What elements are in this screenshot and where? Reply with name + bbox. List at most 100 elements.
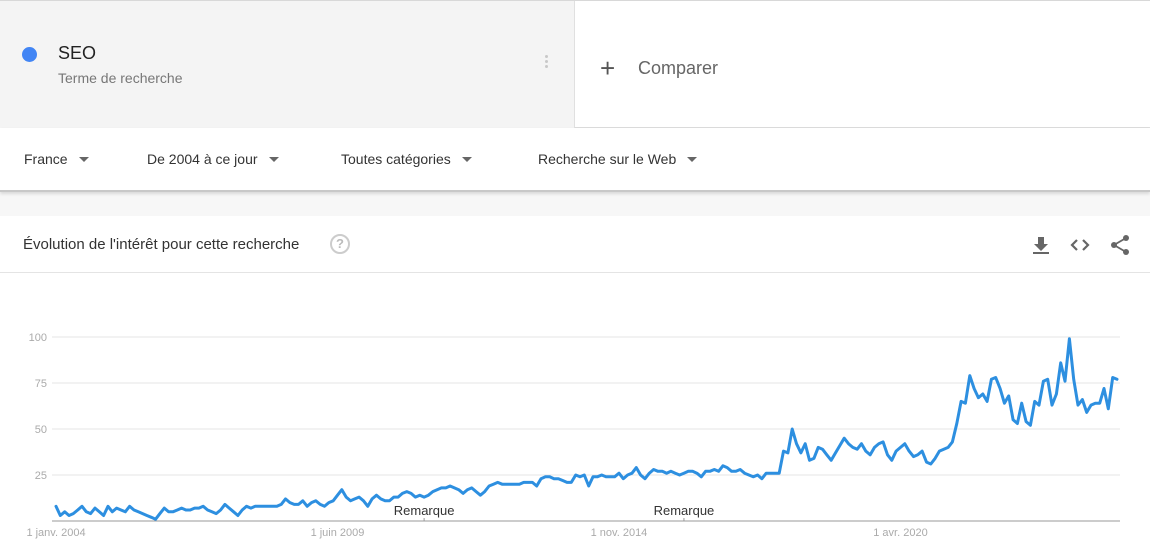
- data-point[interactable]: [431, 489, 435, 493]
- data-point[interactable]: [868, 453, 872, 457]
- data-point[interactable]: [344, 495, 348, 499]
- data-point[interactable]: [725, 465, 729, 469]
- data-point[interactable]: [266, 504, 270, 508]
- data-point[interactable]: [240, 508, 244, 512]
- more-vert-icon[interactable]: [543, 55, 549, 73]
- data-point[interactable]: [366, 504, 370, 508]
- data-point[interactable]: [859, 442, 863, 446]
- data-point[interactable]: [929, 462, 933, 466]
- data-point[interactable]: [625, 473, 629, 477]
- data-point[interactable]: [890, 458, 894, 462]
- data-point[interactable]: [292, 502, 296, 506]
- data-point[interactable]: [630, 471, 634, 475]
- data-point[interactable]: [530, 480, 534, 484]
- data-point[interactable]: [989, 377, 993, 381]
- data-point[interactable]: [1089, 403, 1093, 407]
- data-point[interactable]: [535, 484, 539, 488]
- data-point[interactable]: [695, 471, 699, 475]
- data-point[interactable]: [946, 445, 950, 449]
- data-point[interactable]: [119, 508, 123, 512]
- data-point[interactable]: [166, 510, 170, 514]
- data-point[interactable]: [340, 488, 344, 492]
- data-point[interactable]: [71, 511, 75, 515]
- data-point[interactable]: [920, 449, 924, 453]
- data-point[interactable]: [734, 469, 738, 473]
- data-point[interactable]: [565, 480, 569, 484]
- filter-category[interactable]: Toutes catégories: [341, 151, 472, 167]
- data-point[interactable]: [62, 510, 66, 514]
- data-point[interactable]: [179, 506, 183, 510]
- data-point[interactable]: [877, 442, 881, 446]
- data-point[interactable]: [660, 469, 664, 473]
- data-point[interactable]: [370, 497, 374, 501]
- data-point[interactable]: [1028, 423, 1032, 427]
- data-point[interactable]: [262, 504, 266, 508]
- data-point[interactable]: [976, 396, 980, 400]
- data-point[interactable]: [231, 510, 235, 514]
- data-point[interactable]: [409, 491, 413, 495]
- data-point[interactable]: [539, 477, 543, 481]
- data-point[interactable]: [1024, 419, 1028, 423]
- data-point[interactable]: [491, 482, 495, 486]
- data-point[interactable]: [825, 453, 829, 457]
- data-point[interactable]: [595, 475, 599, 479]
- data-point[interactable]: [413, 495, 417, 499]
- data-point[interactable]: [171, 510, 175, 514]
- data-point[interactable]: [327, 500, 331, 504]
- data-point[interactable]: [387, 499, 391, 503]
- data-point[interactable]: [335, 493, 339, 497]
- data-point[interactable]: [158, 511, 162, 515]
- data-point[interactable]: [184, 508, 188, 512]
- data-point[interactable]: [244, 504, 248, 508]
- data-point[interactable]: [487, 484, 491, 488]
- data-point[interactable]: [833, 451, 837, 455]
- search-term-card[interactable]: SEO Terme de recherche: [0, 1, 575, 128]
- data-point[interactable]: [1050, 403, 1054, 407]
- data-point[interactable]: [846, 442, 850, 446]
- data-point[interactable]: [600, 473, 604, 477]
- data-point[interactable]: [483, 489, 487, 493]
- data-point[interactable]: [54, 504, 58, 508]
- data-point[interactable]: [773, 471, 777, 475]
- data-point[interactable]: [426, 493, 430, 497]
- data-point[interactable]: [712, 467, 716, 471]
- data-point[interactable]: [838, 443, 842, 447]
- data-point[interactable]: [270, 504, 274, 508]
- data-point[interactable]: [1015, 421, 1019, 425]
- data-point[interactable]: [374, 493, 378, 497]
- data-point[interactable]: [686, 469, 690, 473]
- data-point[interactable]: [656, 469, 660, 473]
- data-point[interactable]: [963, 401, 967, 405]
- data-point[interactable]: [140, 511, 144, 515]
- data-point[interactable]: [751, 475, 755, 479]
- data-point[interactable]: [634, 465, 638, 469]
- data-point[interactable]: [474, 489, 478, 493]
- data-point[interactable]: [587, 484, 591, 488]
- data-point[interactable]: [716, 469, 720, 473]
- data-point[interactable]: [690, 469, 694, 473]
- data-point[interactable]: [786, 451, 790, 455]
- data-point[interactable]: [699, 475, 703, 479]
- data-point[interactable]: [305, 504, 309, 508]
- data-point[interactable]: [396, 495, 400, 499]
- data-point[interactable]: [777, 471, 781, 475]
- data-point[interactable]: [924, 460, 928, 464]
- data-point[interactable]: [643, 477, 647, 481]
- data-point[interactable]: [526, 480, 530, 484]
- data-point[interactable]: [812, 456, 816, 460]
- data-point[interactable]: [435, 488, 439, 492]
- data-point[interactable]: [885, 453, 889, 457]
- data-point[interactable]: [1059, 361, 1063, 365]
- data-point[interactable]: [612, 475, 616, 479]
- data-point[interactable]: [418, 493, 422, 497]
- data-point[interactable]: [67, 513, 71, 517]
- data-point[interactable]: [322, 504, 326, 508]
- data-point[interactable]: [760, 477, 764, 481]
- data-point[interactable]: [379, 497, 383, 501]
- data-point[interactable]: [301, 499, 305, 503]
- data-point[interactable]: [517, 482, 521, 486]
- data-point[interactable]: [907, 449, 911, 453]
- data-point[interactable]: [405, 489, 409, 493]
- data-point[interactable]: [937, 449, 941, 453]
- data-point[interactable]: [747, 473, 751, 477]
